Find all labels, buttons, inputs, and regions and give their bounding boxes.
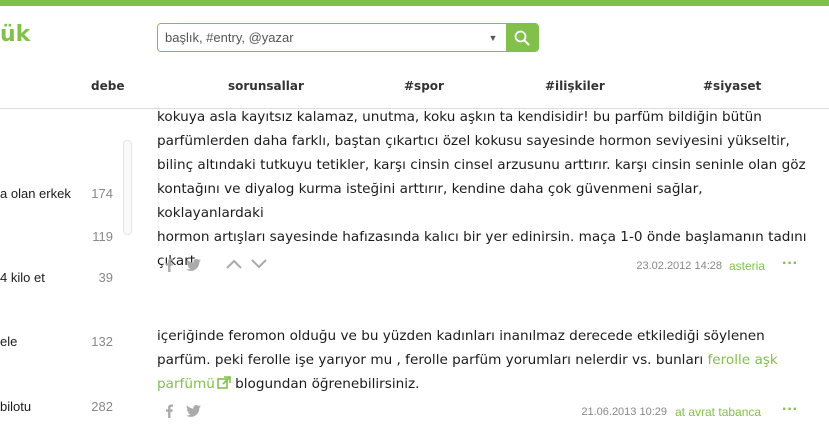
entry-line: parfümü blogundan öğrenebilirsiniz.: [157, 372, 807, 396]
entry-content: içeriğinde feromon olduğu ve bu yüzden k…: [157, 324, 807, 396]
sidebar-item-count: 132: [91, 334, 113, 349]
search-box: ▼: [157, 23, 539, 52]
entry-link[interactable]: parfümü: [157, 376, 215, 392]
nav-item-sorunsallar[interactable]: sorunsallar: [228, 79, 304, 93]
entry-line: parfüm. peki ferolle işe yarıyor mu , fe…: [157, 348, 807, 372]
external-link-icon: [217, 376, 231, 389]
search-icon: [514, 30, 530, 45]
facebook-icon[interactable]: [164, 404, 174, 418]
chevron-down-icon[interactable]: [251, 259, 267, 269]
entry-author[interactable]: at avrat tabanca: [675, 405, 761, 419]
sidebar-item-label[interactable]: 4 kilo et: [0, 270, 45, 285]
entry-text-span: blogundan öğrenebilirsiniz.: [230, 376, 420, 392]
nav-item-siyaset[interactable]: #siyaset: [703, 79, 761, 93]
entry-date[interactable]: 21.06.2013 10:29: [545, 406, 667, 418]
sidebar-scrollbar[interactable]: [123, 140, 132, 235]
entry-content: kokuya asla kayıtsız kalamaz, unutma, ko…: [157, 105, 807, 273]
entry-text-span: parfüm. peki ferolle işe yarıyor mu , fe…: [157, 352, 708, 368]
sidebar-item-count: 39: [98, 270, 113, 285]
chevron-up-icon[interactable]: [226, 259, 242, 269]
entry-date[interactable]: 23.02.2012 14:28: [600, 260, 722, 272]
sidebar-item-count: 174: [91, 186, 113, 201]
sidebar-item-label[interactable]: a olan erkek: [0, 186, 71, 201]
sidebar-item-label[interactable]: bilotu: [0, 399, 31, 414]
sidebar-item-count: 282: [91, 399, 113, 414]
more-icon[interactable]: ···: [782, 402, 798, 418]
top-accent-bar: [0, 0, 829, 6]
entry-line: hormon artışları sayesinde hafızasında k…: [157, 229, 807, 245]
nav-item-iliskiler[interactable]: #ilişkiler: [545, 79, 605, 93]
sidebar-item-count: 119: [92, 229, 113, 244]
entry-line: parfümlerden daha farklı, baştan çıkartı…: [157, 133, 790, 149]
entry-link[interactable]: ferolle aşk: [707, 352, 777, 368]
entry-line: kontağını ve diyalog kurma isteğini artt…: [157, 181, 703, 221]
entry-author[interactable]: asteria: [729, 259, 765, 273]
nav-item-spor[interactable]: #spor: [404, 79, 444, 93]
sidebar-item-label[interactable]: ele: [0, 334, 17, 349]
search-button[interactable]: [506, 24, 538, 51]
site-logo[interactable]: ük: [0, 22, 30, 47]
twitter-icon[interactable]: [186, 405, 201, 417]
twitter-icon[interactable]: [186, 259, 201, 271]
search-input[interactable]: [158, 24, 480, 51]
entry-line: kokuya asla kayıtsız kalamaz, unutma, ko…: [157, 109, 762, 125]
entry-line: içeriğinde feromon olduğu ve bu yüzden k…: [157, 328, 765, 344]
entry-line: bilinç altındaki tutkuyu tetikler, karşı…: [157, 157, 806, 173]
more-icon[interactable]: ···: [782, 256, 798, 272]
search-dropdown-caret-icon[interactable]: ▼: [480, 24, 506, 51]
facebook-icon[interactable]: [164, 258, 174, 272]
nav-item-debe[interactable]: debe: [91, 79, 124, 93]
